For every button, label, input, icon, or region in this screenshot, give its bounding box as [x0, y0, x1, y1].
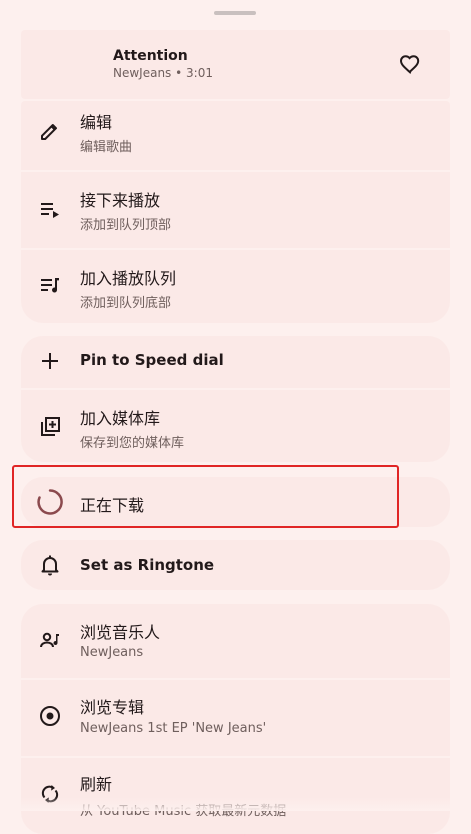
bottom-sheet: Attention NewJeans • 3:01 编辑 编辑歌曲 接下来播放 …	[0, 0, 471, 834]
play-next-icon	[38, 197, 62, 221]
menu-group-save: Pin to Speed dial 加入媒体库 保存到您的媒体库	[21, 336, 450, 462]
menu-item-add-queue[interactable]: 加入播放队列 添加到队列底部	[21, 248, 450, 323]
menu-item-play-next-title: 接下来播放	[80, 191, 161, 210]
menu-item-edit-sub: 编辑歌曲	[80, 140, 133, 155]
song-title: Attention	[113, 48, 188, 64]
menu-item-add-library-title: 加入媒体库	[80, 409, 161, 428]
menu-item-browse-album-sub: NewJeans 1st EP 'New Jeans'	[80, 721, 267, 736]
queue-music-icon	[38, 273, 62, 297]
album-icon	[38, 704, 62, 728]
pencil-icon	[38, 119, 62, 143]
drag-handle[interactable]	[214, 11, 256, 15]
menu-item-downloading-title: 正在下载	[80, 496, 145, 515]
loading-spinner-icon	[35, 487, 65, 517]
plus-icon	[38, 349, 62, 373]
menu-group-ringtone: Set as Ringtone	[21, 540, 450, 590]
menu-item-browse-artist[interactable]: 浏览音乐人 NewJeans	[21, 604, 450, 676]
menu-item-ringtone-title: Set as Ringtone	[80, 556, 215, 574]
menu-item-edit[interactable]: 编辑 编辑歌曲	[21, 101, 450, 162]
menu-item-browse-album[interactable]: 浏览专辑 NewJeans 1st EP 'New Jeans'	[21, 678, 450, 755]
menu-item-play-next[interactable]: 接下来播放 添加到队列顶部	[21, 170, 450, 247]
menu-item-add-queue-sub: 添加到队列底部	[80, 296, 172, 311]
menu-item-browse-album-title: 浏览专辑	[80, 698, 145, 717]
heart-icon[interactable]	[398, 52, 422, 76]
menu-group-download: 正在下载	[21, 477, 450, 527]
menu-item-add-queue-title: 加入播放队列	[80, 269, 177, 288]
song-subtitle: NewJeans • 3:01	[113, 66, 213, 80]
bottom-fade	[0, 797, 471, 811]
library-add-icon	[38, 415, 62, 439]
menu-item-add-library-sub: 保存到您的媒体库	[80, 436, 185, 451]
menu-item-browse-artist-title: 浏览音乐人	[80, 623, 161, 642]
menu-item-edit-title: 编辑	[80, 113, 113, 132]
song-header: Attention NewJeans • 3:01	[21, 30, 450, 99]
artist-icon	[38, 628, 62, 652]
menu-item-downloading[interactable]: 正在下载	[21, 477, 450, 527]
menu-item-pin-speed-dial[interactable]: Pin to Speed dial	[21, 336, 450, 386]
menu-group-queue: 编辑 编辑歌曲 接下来播放 添加到队列顶部 加入播放队列 添加到队列底部	[21, 101, 450, 323]
menu-item-refresh[interactable]: 刷新 从 YouTube Music 获取最新元数据	[21, 756, 450, 834]
menu-item-set-ringtone[interactable]: Set as Ringtone	[21, 540, 450, 590]
bell-icon	[38, 553, 62, 577]
menu-item-refresh-title: 刷新	[80, 775, 113, 794]
menu-item-pin-title: Pin to Speed dial	[80, 351, 224, 369]
menu-item-play-next-sub: 添加到队列顶部	[80, 218, 172, 233]
menu-item-browse-artist-sub: NewJeans	[80, 645, 144, 660]
menu-item-add-library[interactable]: 加入媒体库 保存到您的媒体库	[21, 388, 450, 462]
